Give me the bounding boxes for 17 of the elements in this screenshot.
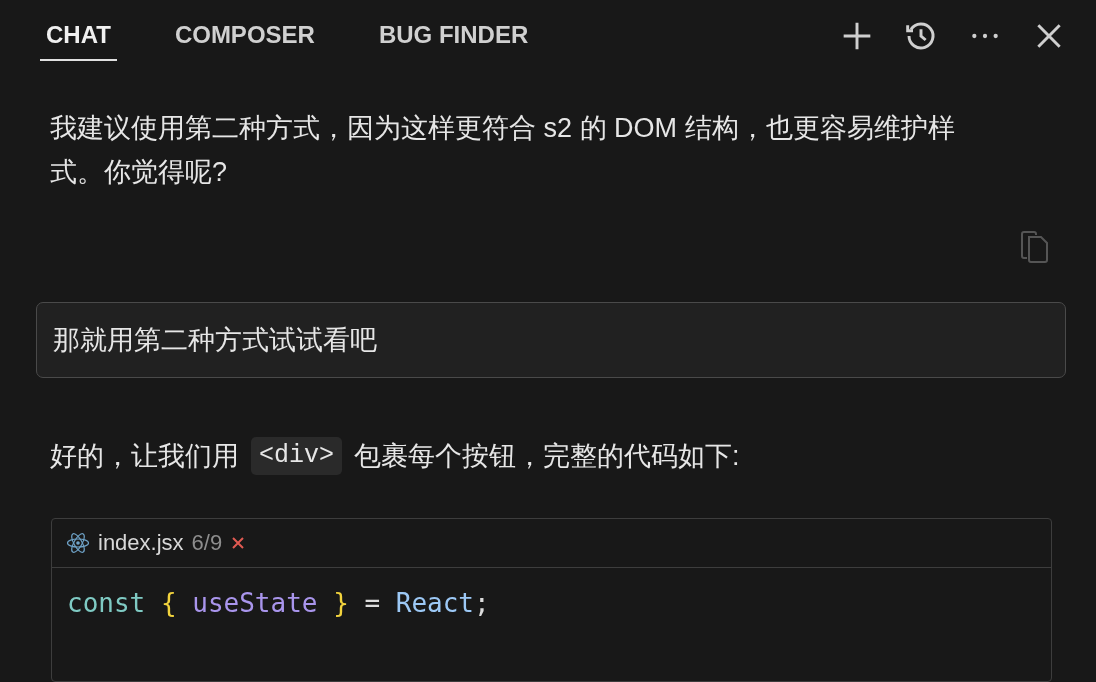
tab[interactable]: COMPOSER xyxy=(168,11,321,61)
tab[interactable]: CHAT xyxy=(40,11,117,61)
tab[interactable]: BUG FINDER xyxy=(372,11,535,61)
reply-text: 好的，让我们用 xyxy=(50,440,239,473)
file-name: index.jsx xyxy=(98,530,184,556)
user-message: 那就用第二种方式试试看吧 xyxy=(36,302,1066,378)
reply-text: 包裹每个按钮，完整的代码如下: xyxy=(354,440,740,473)
file-position: 6/9 xyxy=(191,530,223,556)
plus-icon xyxy=(841,20,873,52)
assistant-message: 我建议使用第二种方式，因为这样更符合 s2 的 DOM 结构，也更容易维护样式。你觉得呢? xyxy=(49,112,956,189)
more-icon xyxy=(969,32,1001,40)
code-line: const { useState } = React; xyxy=(67,587,491,620)
close-icon xyxy=(230,535,247,551)
history-icon xyxy=(905,20,937,52)
copy-icon[interactable] xyxy=(1020,230,1050,264)
inline-code: <div> xyxy=(251,437,342,475)
react-icon xyxy=(66,531,90,555)
